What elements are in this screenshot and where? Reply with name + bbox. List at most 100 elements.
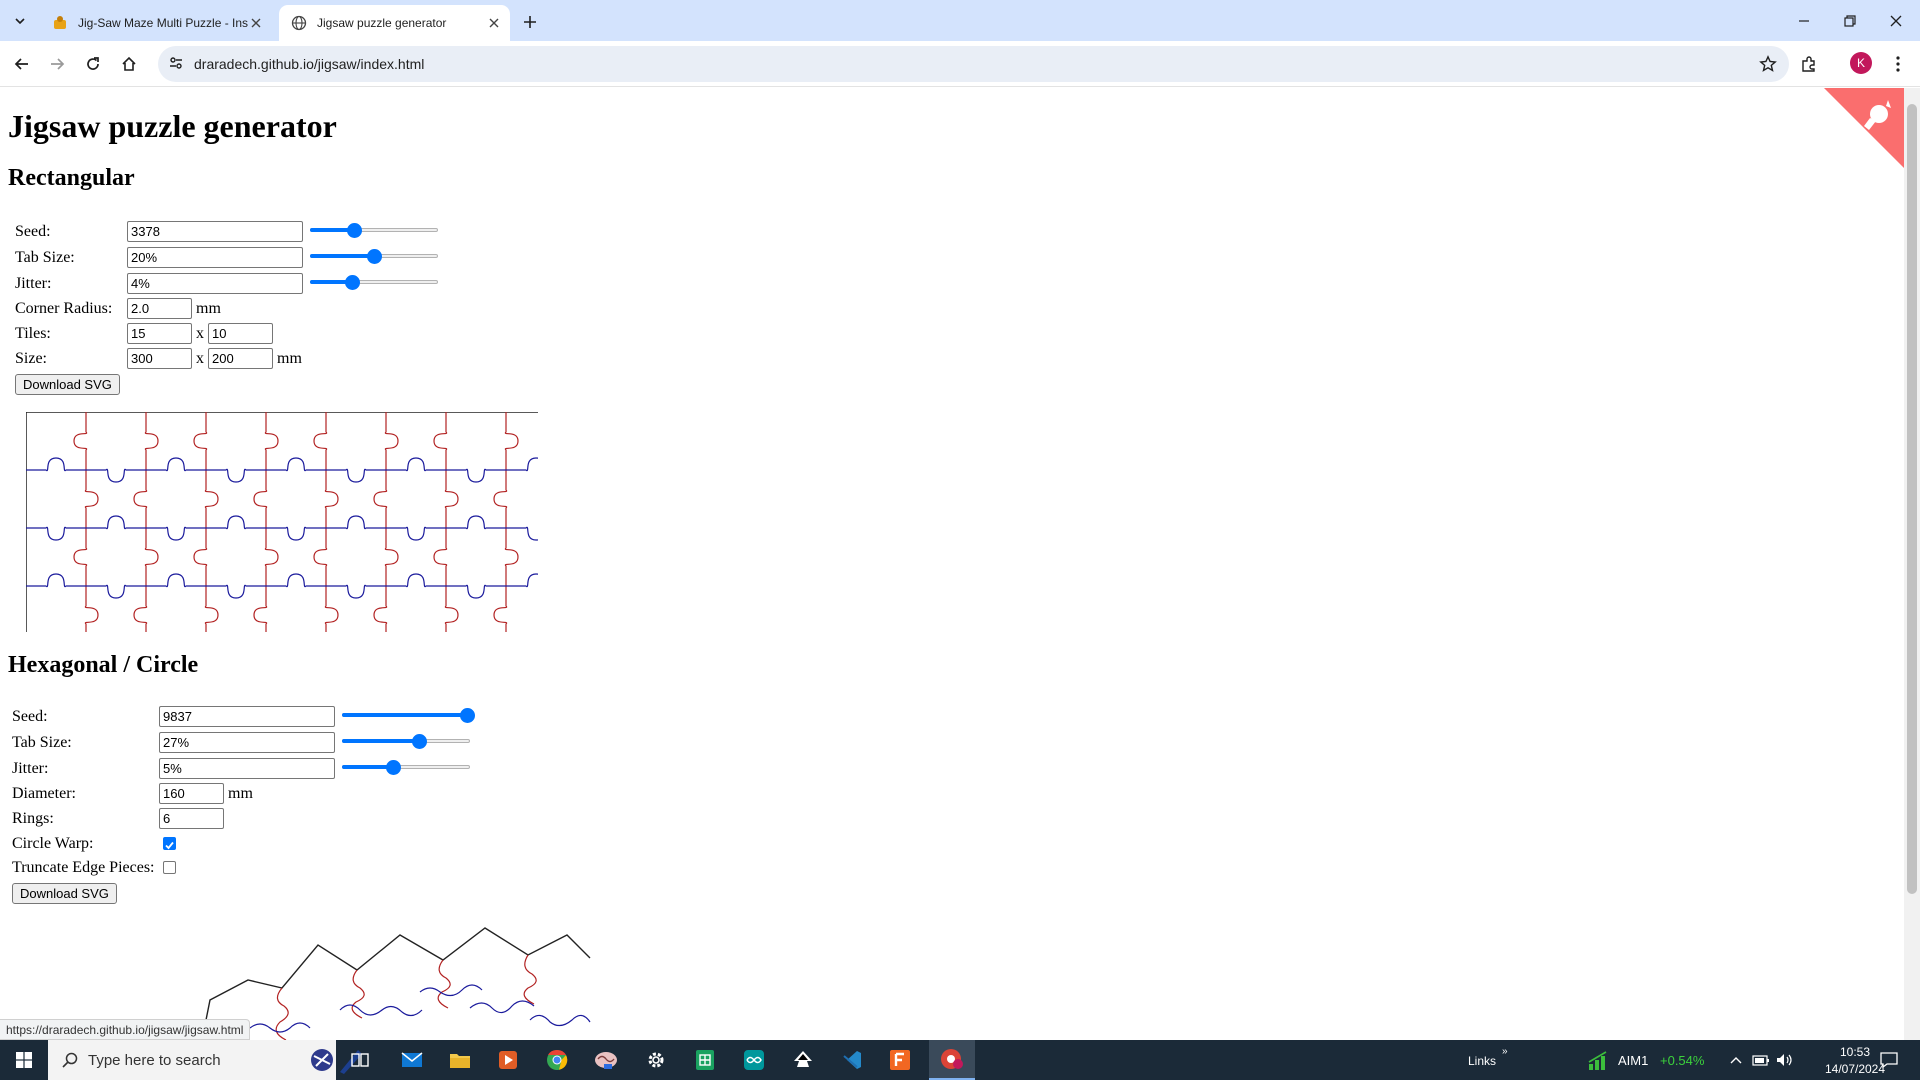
github-fork-corner[interactable] xyxy=(1824,88,1904,168)
taskbar-sheets[interactable] xyxy=(685,1040,725,1080)
diameter-label: Diameter: xyxy=(12,785,76,802)
hex-jitter-input[interactable] xyxy=(159,758,335,779)
taskbar-mail[interactable] xyxy=(392,1040,432,1080)
close-tab-icon[interactable] xyxy=(486,15,502,31)
bookmark-star-icon[interactable] xyxy=(1759,55,1777,73)
vertical-cut-line xyxy=(253,412,279,632)
taskbar-search-box[interactable]: Type here to search xyxy=(48,1040,362,1080)
vertical-scrollbar[interactable] xyxy=(1904,88,1920,1040)
windows-logo-icon xyxy=(16,1052,32,1068)
circle-warp-checkbox[interactable] xyxy=(163,837,176,850)
reload-icon xyxy=(87,57,99,70)
vertical-cut-line xyxy=(493,412,519,632)
brain-icon xyxy=(595,1052,617,1069)
hex-download-svg-button[interactable]: Download SVG xyxy=(12,883,117,904)
back-button[interactable] xyxy=(8,50,36,78)
rect-download-svg-button[interactable]: Download SVG xyxy=(15,374,120,395)
restore-button[interactable] xyxy=(1828,8,1872,34)
windows-taskbar: Type here to search Links » AIM1 +0.54% … xyxy=(0,1040,1920,1080)
close-window-button[interactable] xyxy=(1874,8,1918,34)
horizontal-cut-line xyxy=(26,573,538,599)
spreadsheet-icon xyxy=(696,1050,714,1070)
rect-seed-slider[interactable] xyxy=(310,222,438,238)
taskbar-arduino[interactable] xyxy=(734,1040,774,1080)
reload-button[interactable] xyxy=(79,50,107,78)
url-text: draradech.github.io/jigsaw/index.html xyxy=(194,56,425,72)
hexagonal-puzzle-preview xyxy=(201,927,591,1040)
hex-tab-size-slider[interactable] xyxy=(342,733,470,749)
taskbar-chrome-profile[interactable] xyxy=(929,1040,975,1080)
folder-icon xyxy=(450,1054,470,1068)
rect-jitter-input[interactable] xyxy=(127,273,303,294)
size-width-input[interactable] xyxy=(127,348,192,369)
tab-size-label: Tab Size: xyxy=(15,249,75,266)
hex-jitter-slider[interactable] xyxy=(342,759,470,775)
tab-search-button[interactable] xyxy=(7,8,33,34)
corner-radius-unit: mm xyxy=(196,300,221,317)
stock-change[interactable]: +0.54% xyxy=(1660,1053,1704,1068)
rect-seed-input[interactable] xyxy=(127,221,303,242)
profile-avatar[interactable]: K xyxy=(1850,52,1872,74)
chevrons-icon[interactable]: » xyxy=(1502,1046,1508,1057)
tab-maze-puzzle[interactable]: Jig-Saw Maze Multi Puzzle - Ins xyxy=(40,5,272,41)
tab-title: Jigsaw puzzle generator xyxy=(317,16,447,30)
taskbar-media-player[interactable] xyxy=(488,1040,528,1080)
taskbar-file-explorer[interactable] xyxy=(440,1040,480,1080)
diameter-input[interactable] xyxy=(159,783,224,804)
tab-title: Jig-Saw Maze Multi Puzzle - Ins xyxy=(78,16,248,30)
start-button[interactable] xyxy=(0,1040,48,1080)
truncate-edge-label: Truncate Edge Pieces: xyxy=(12,859,155,876)
stock-name[interactable]: AIM1 xyxy=(1618,1053,1648,1068)
rings-label: Rings: xyxy=(12,810,54,827)
puzzle-favicon-icon xyxy=(54,16,66,29)
chevron-up-icon[interactable] xyxy=(1730,1055,1742,1065)
battery-icon[interactable] xyxy=(1752,1053,1770,1067)
extensions-button[interactable] xyxy=(1795,50,1823,78)
task-view-button[interactable] xyxy=(342,1040,378,1080)
infinity-icon xyxy=(744,1050,764,1070)
tiles-x-input[interactable] xyxy=(127,323,192,344)
hex-tab-size-input[interactable] xyxy=(159,732,335,753)
size-height-input[interactable] xyxy=(208,348,273,369)
link-status-bar: https://draradech.github.io/jigsaw/jigsa… xyxy=(0,1019,251,1040)
rect-tab-size-slider[interactable] xyxy=(310,248,438,264)
corner-radius-label: Corner Radius: xyxy=(15,300,113,317)
links-toolbar-label[interactable]: Links xyxy=(1468,1054,1496,1068)
taskbar-vscode[interactable] xyxy=(832,1040,872,1080)
hex-seed-input[interactable] xyxy=(159,706,335,727)
seed-label: Seed: xyxy=(12,708,48,725)
taskbar-fusion[interactable] xyxy=(880,1040,920,1080)
notifications-icon[interactable] xyxy=(1880,1052,1898,1068)
horizontal-cut-line xyxy=(26,457,538,483)
taskbar-brain-app[interactable] xyxy=(586,1040,626,1080)
page-title: Jigsaw puzzle generator xyxy=(8,108,337,144)
minimize-button[interactable] xyxy=(1782,8,1826,34)
tiles-y-input[interactable] xyxy=(208,323,273,344)
vertical-cut-line xyxy=(133,412,159,632)
forward-button[interactable] xyxy=(43,50,71,78)
tab-size-label: Tab Size: xyxy=(12,734,72,751)
close-tab-icon[interactable] xyxy=(248,15,264,31)
tab-jigsaw-generator[interactable]: Jigsaw puzzle generator xyxy=(279,5,510,41)
rings-input[interactable] xyxy=(159,808,224,829)
arrow-left-icon xyxy=(14,58,28,70)
home-button[interactable] xyxy=(115,50,143,78)
hex-seed-slider[interactable] xyxy=(342,707,476,723)
taskbar-inkscape[interactable] xyxy=(783,1040,823,1080)
browser-toolbar: draradech.github.io/jigsaw/index.html xyxy=(0,41,1920,87)
tab-strip: Jig-Saw Maze Multi Puzzle - Ins Jigsaw p… xyxy=(0,0,1920,41)
taskbar-settings[interactable] xyxy=(636,1040,676,1080)
rect-jitter-slider[interactable] xyxy=(310,274,438,290)
rectangular-puzzle-preview xyxy=(26,412,538,632)
new-tab-button[interactable] xyxy=(518,10,542,34)
address-bar[interactable]: draradech.github.io/jigsaw/index.html xyxy=(158,46,1789,82)
volume-icon[interactable] xyxy=(1776,1053,1794,1067)
truncate-edge-checkbox[interactable] xyxy=(163,861,176,874)
close-icon xyxy=(1890,15,1902,27)
menu-button[interactable] xyxy=(1884,50,1912,78)
rect-tab-size-input[interactable] xyxy=(127,247,303,268)
site-settings-icon[interactable] xyxy=(168,55,184,71)
corner-radius-input[interactable] xyxy=(127,298,192,319)
taskbar-chrome[interactable] xyxy=(537,1040,577,1080)
checkmark-icon xyxy=(165,841,174,850)
